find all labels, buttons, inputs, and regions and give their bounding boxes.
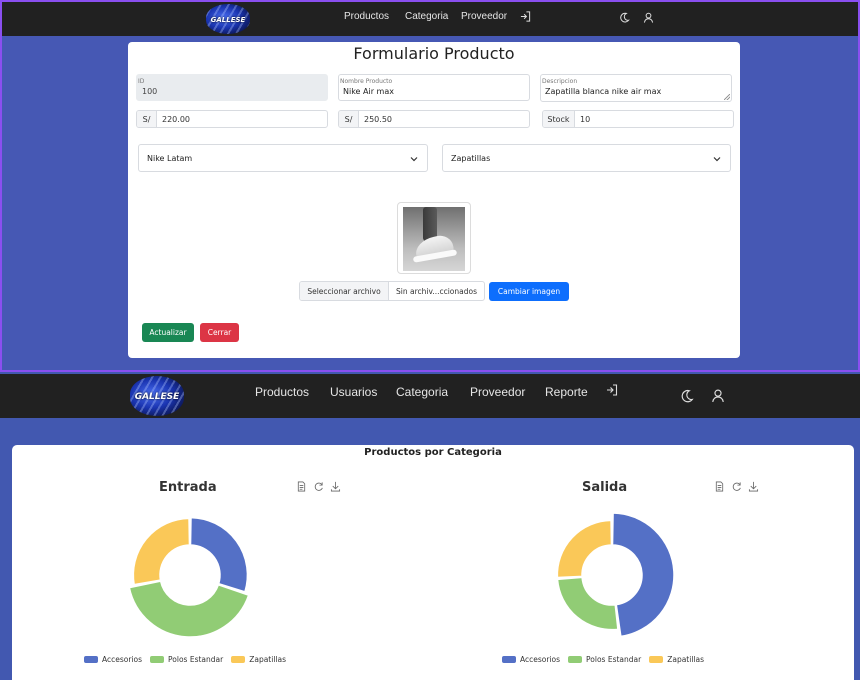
chevron-down-icon — [410, 157, 418, 162]
form-title: Formulario Producto — [353, 44, 515, 63]
nombre-label: Nombre Producto — [340, 78, 393, 85]
chart-title-salida: Salida — [582, 480, 628, 495]
chart-title-entrada: Entrada — [159, 480, 217, 495]
legend-item-zapatillas[interactable]: Zapatillas — [231, 655, 286, 664]
legend-label: Accesorios — [520, 655, 561, 664]
legend-swatch — [649, 656, 664, 663]
change-image-button[interactable]: Cambiar imagen — [489, 282, 569, 301]
product-form-card: Formulario Producto ID 100 Nombre Produc… — [128, 42, 740, 358]
dashboard-window: GALLESE Productos Usuarios Categoria Pro… — [0, 372, 860, 680]
stock-prefix: Stock — [543, 111, 575, 127]
nav-link-categoria[interactable]: Categoria — [405, 11, 448, 22]
legend-label: Polos Estandar — [586, 655, 642, 664]
donut-slice-zapatillas[interactable] — [132, 517, 191, 586]
nav-link-productos[interactable]: Productos — [255, 385, 309, 399]
legend-item-polos-estandar[interactable]: Polos Estandar — [150, 655, 223, 664]
legend-swatch — [150, 656, 165, 663]
donut-chart-entrada — [128, 516, 250, 638]
user-icon[interactable] — [643, 12, 654, 23]
resize-handle[interactable] — [724, 94, 730, 100]
stock-value: 10 — [580, 114, 591, 124]
close-button[interactable]: Cerrar — [200, 323, 239, 342]
legend-swatch — [502, 656, 516, 663]
currency-prefix: S/ — [137, 111, 157, 127]
nav-link-usuarios[interactable]: Usuarios — [330, 385, 377, 399]
legend-item-zapatillas[interactable]: Zapatillas — [649, 655, 704, 664]
download-icon[interactable] — [748, 481, 759, 492]
chart-card: Productos por Categoria Entrada Accesori… — [12, 445, 854, 680]
brand-logo[interactable]: GALLESE — [130, 376, 184, 416]
legend-label: Accesorios — [102, 655, 143, 664]
card-title: Productos por Categoria — [364, 447, 502, 458]
refresh-icon[interactable] — [731, 481, 742, 492]
id-field: ID 100 — [136, 74, 328, 101]
descripcion-value: Zapatilla blanca nike air max — [545, 87, 662, 96]
select-file-button[interactable]: Seleccionar archivo — [300, 282, 389, 300]
refresh-icon[interactable] — [313, 481, 324, 492]
legend-swatch — [231, 656, 246, 663]
nav-link-reporte[interactable]: Reporte — [545, 385, 588, 399]
donut-slice-polos-estandar[interactable] — [556, 576, 619, 631]
top-navbar: GALLESE Productos Categoria Proveedor — [2, 2, 858, 36]
nav-link-productos[interactable]: Productos — [344, 11, 389, 22]
nav-link-proveedor[interactable]: Proveedor — [470, 385, 525, 399]
data-view-icon[interactable] — [714, 481, 725, 492]
dashboard-navbar: GALLESE Productos Usuarios Categoria Pro… — [0, 374, 860, 418]
descripcion-field[interactable]: Descripcion Zapatilla blanca nike air ma… — [540, 74, 732, 102]
donut-slice-zapatillas[interactable] — [556, 519, 613, 579]
proveedor-select[interactable]: Nike Latam — [138, 144, 428, 172]
file-name-text: Sin archiv...ccionados — [396, 286, 477, 296]
product-image-frame — [397, 202, 471, 274]
moon-icon[interactable] — [619, 12, 630, 23]
precio-venta-group[interactable]: S/ 250.50 — [338, 110, 530, 128]
logo-text: GALLESE — [210, 16, 246, 24]
descripcion-label: Descripcion — [542, 78, 578, 85]
user-icon[interactable] — [711, 388, 725, 403]
download-icon[interactable] — [330, 481, 341, 492]
categoria-select[interactable]: Zapatillas — [442, 144, 731, 172]
legend-salida: Accesorios Polos Estandar Zapatillas — [502, 655, 712, 664]
legend-item-polos-estandar[interactable]: Polos Estandar — [568, 655, 641, 664]
nombre-value: Nike Air max — [343, 87, 394, 96]
legend-label: Zapatillas — [667, 655, 705, 664]
file-input[interactable]: Seleccionar archivo Sin archiv...ccionad… — [299, 281, 485, 301]
brand-logo[interactable]: GALLESE — [206, 4, 250, 34]
nombre-producto-field[interactable]: Nombre Producto Nike Air max — [338, 74, 530, 101]
nav-link-proveedor[interactable]: Proveedor — [461, 11, 507, 22]
stock-group[interactable]: Stock 10 — [542, 110, 734, 128]
legend-entrada: Accesorios Polos Estandar Zapatillas — [84, 655, 294, 664]
legend-item-accesorios[interactable]: Accesorios — [502, 655, 560, 664]
donut-chart-salida — [556, 512, 675, 638]
donut-slice-accesorios[interactable] — [189, 516, 249, 593]
proveedor-selected: Nike Latam — [147, 154, 193, 163]
donut-slice-polos-estandar[interactable] — [128, 580, 250, 638]
legend-label: Polos Estandar — [168, 655, 224, 664]
logout-icon[interactable] — [520, 11, 531, 22]
legend-swatch — [568, 656, 583, 663]
legend-label: Zapatillas — [249, 655, 287, 664]
id-label: ID — [138, 78, 145, 85]
form-window: GALLESE Productos Categoria Proveedor Fo… — [0, 0, 860, 372]
nav-link-categoria[interactable]: Categoria — [396, 385, 448, 399]
categoria-selected: Zapatillas — [451, 154, 491, 163]
precio-venta-value: 250.50 — [364, 114, 392, 124]
precio-compra-value: 220.00 — [162, 114, 190, 124]
logout-icon[interactable] — [606, 384, 618, 396]
update-button[interactable]: Actualizar — [142, 323, 194, 342]
precio-compra-group[interactable]: S/ 220.00 — [136, 110, 328, 128]
currency-prefix: S/ — [339, 111, 359, 127]
logo-text: GALLESE — [134, 392, 180, 402]
chevron-down-icon — [713, 157, 721, 162]
legend-item-accesorios[interactable]: Accesorios — [84, 655, 142, 664]
data-view-icon[interactable] — [296, 481, 307, 492]
product-image — [403, 207, 465, 271]
donut-slice-accesorios[interactable] — [611, 512, 675, 638]
moon-icon[interactable] — [680, 389, 694, 403]
legend-swatch — [84, 656, 98, 663]
id-value: 100 — [142, 87, 158, 96]
